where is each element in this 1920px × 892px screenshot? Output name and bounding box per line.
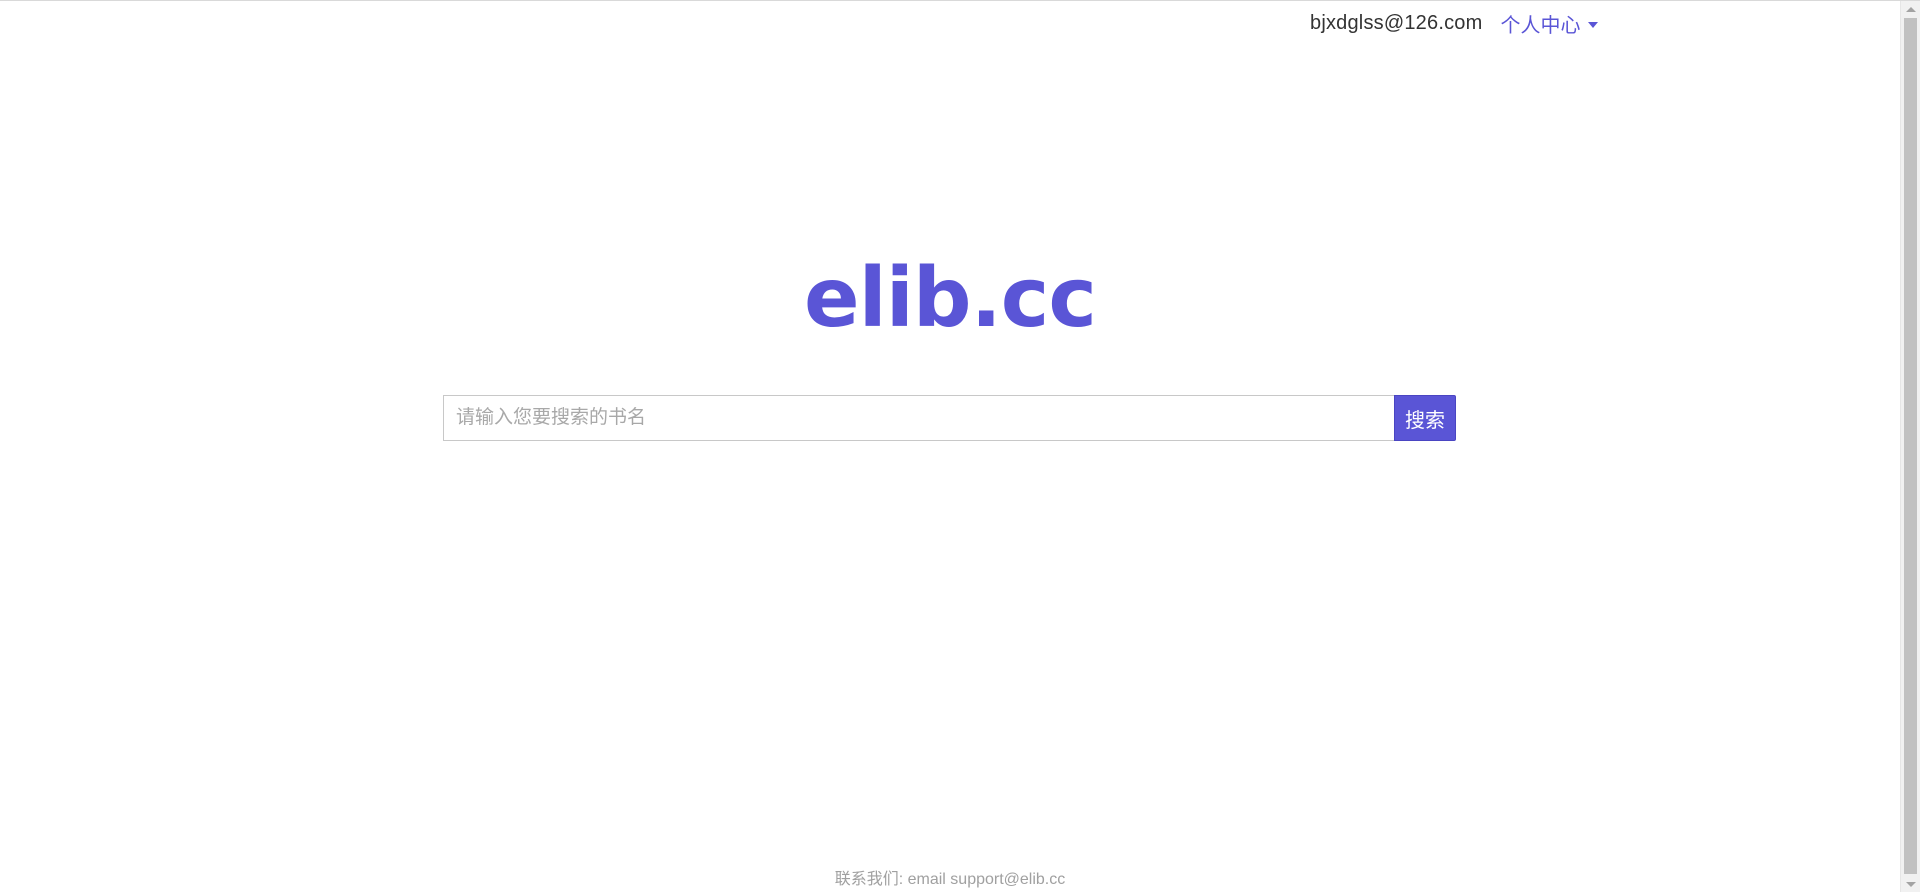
scroll-up-arrow-icon[interactable] [1906,7,1916,12]
user-email: bjxdglss@126.com [1310,11,1483,34]
search-button[interactable]: 搜索 [1394,395,1456,441]
scroll-thumb[interactable] [1904,18,1917,874]
user-center-label: 个人中心 [1500,14,1581,37]
user-bar: bjxdglss@126.com 个人中心 [1310,9,1599,38]
scroll-down-arrow-icon[interactable] [1906,882,1916,887]
page: bjxdglss@126.com 个人中心 elib.cc 搜索 联系我们: e… [0,0,1920,892]
user-center-dropdown[interactable]: 个人中心 [1500,9,1599,38]
footer-contact: 联系我们: email support@elib.cc [834,871,1066,888]
vertical-scrollbar[interactable] [1900,1,1920,892]
search-bar: 搜索 [443,395,1456,441]
site-logo: elib.cc [804,251,1097,346]
caret-down-icon [1588,21,1599,28]
search-input[interactable] [443,395,1394,441]
